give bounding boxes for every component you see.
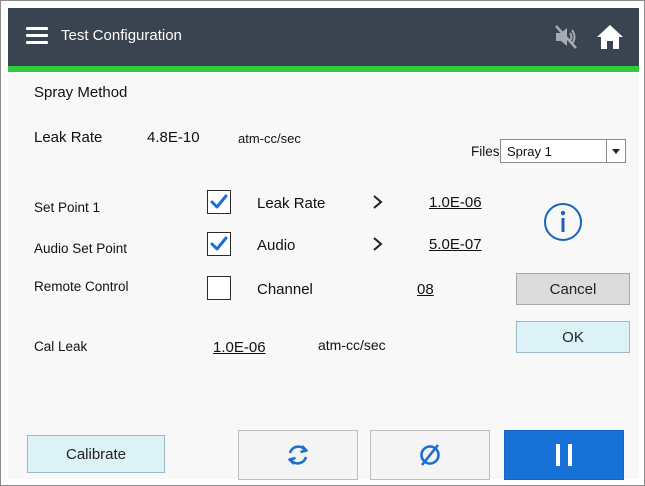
audio-item: Audio <box>257 237 296 254</box>
leak-rate-unit: atm-cc/sec <box>238 131 301 146</box>
app-window: Test Configuration Spray Method Leak Rat… <box>0 0 645 486</box>
section-title: Spray Method <box>34 84 128 101</box>
set-point-1-value-link[interactable]: 1.0E-06 <box>429 194 482 211</box>
files-label: Files <box>471 144 500 159</box>
chevron-right-icon <box>371 236 385 252</box>
empty-set-icon <box>420 444 440 466</box>
hamburger-menu-icon[interactable] <box>26 26 48 46</box>
chevron-right-icon <box>371 194 385 210</box>
checkmark-icon <box>210 236 228 251</box>
refresh-icon <box>288 445 308 465</box>
audio-set-point-label: Audio Set Point <box>34 241 128 256</box>
home-icon[interactable] <box>594 21 626 53</box>
leak-rate-label: Leak Rate <box>34 129 103 146</box>
info-icon[interactable] <box>541 200 585 244</box>
audio-value-link[interactable]: 5.0E-07 <box>429 236 482 253</box>
audio-set-point-checkbox[interactable] <box>207 232 231 256</box>
set-point-1-item: Leak Rate <box>257 195 326 212</box>
refresh-button[interactable] <box>238 430 358 480</box>
files-selected-value: Spray 1 <box>507 144 552 159</box>
remote-control-checkbox[interactable] <box>207 276 231 300</box>
pause-button[interactable] <box>504 430 624 480</box>
cal-leak-unit: atm-cc/sec <box>318 337 386 353</box>
channel-item: Channel <box>257 281 313 298</box>
set-point-1-label: Set Point 1 <box>34 200 101 215</box>
leak-rate-value: 4.8E-10 <box>147 129 200 146</box>
set-point-1-checkbox[interactable] <box>207 190 231 214</box>
dropdown-arrow-icon[interactable] <box>606 140 625 162</box>
header-bar: Test Configuration <box>8 8 639 66</box>
speaker-muted-icon[interactable] <box>552 23 580 51</box>
page-title: Test Configuration <box>61 27 182 44</box>
cal-leak-label: Cal Leak <box>34 339 88 354</box>
cal-leak-value-link[interactable]: 1.0E-06 <box>213 339 266 356</box>
calibrate-button[interactable]: Calibrate <box>27 435 165 473</box>
cancel-button[interactable]: Cancel <box>516 273 630 305</box>
checkmark-icon <box>210 194 228 209</box>
files-select[interactable]: Spray 1 <box>500 139 626 163</box>
zero-button[interactable] <box>370 430 490 480</box>
pause-icon <box>556 444 572 466</box>
ok-button[interactable]: OK <box>516 321 630 353</box>
remote-control-label: Remote Control <box>34 279 129 294</box>
channel-value-link[interactable]: 08 <box>417 281 434 298</box>
